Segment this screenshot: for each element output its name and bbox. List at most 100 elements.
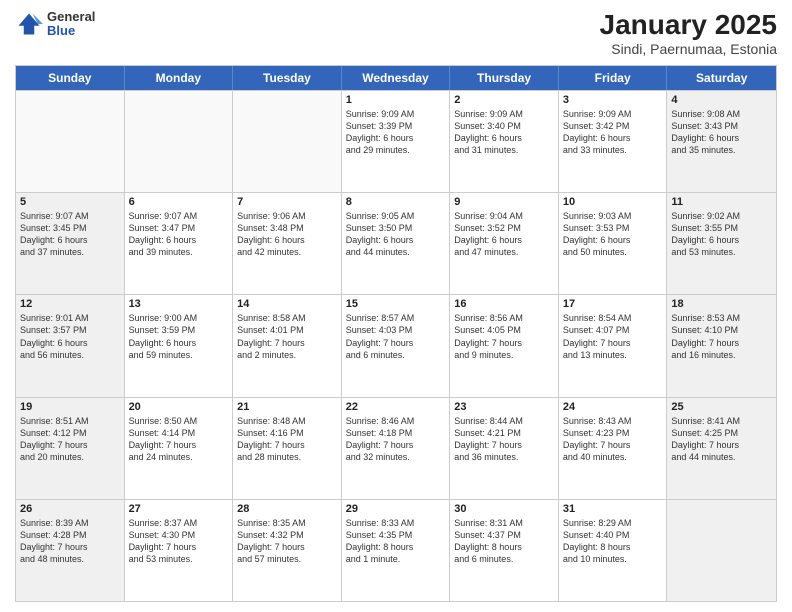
cell-details: Sunrise: 8:54 AM Sunset: 4:07 PM Dayligh… [563,312,663,361]
cell-details: Sunrise: 8:43 AM Sunset: 4:23 PM Dayligh… [563,415,663,464]
calendar-cell [233,91,342,192]
day-number: 7 [237,196,337,208]
calendar-cell: 13 Sunrise: 9:00 AM Sunset: 3:59 PM Dayli… [125,295,234,396]
day-number: 6 [129,196,229,208]
calendar-cell: 25Sunrise: 8:41 AM Sunset: 4:25 PM Dayli… [667,398,776,499]
cell-details: Sunrise: 8:56 AM Sunset: 4:05 PM Dayligh… [454,312,554,361]
calendar-cell: 14Sunrise: 8:58 AM Sunset: 4:01 PM Dayli… [233,295,342,396]
day-number: 13 [129,298,229,310]
cell-details: Sunrise: 9:05 AM Sunset: 3:50 PM Dayligh… [346,210,446,259]
calendar-cell: 1Sunrise: 9:09 AM Sunset: 3:39 PM Daylig… [342,91,451,192]
cell-details: Sunrise: 9:00 AM Sunset: 3:59 PM Dayligh… [129,312,229,361]
calendar-cell: 18 Sunrise: 8:53 AM Sunset: 4:10 PM Dayli… [667,295,776,396]
cell-details: Sunrise: 9:09 AM Sunset: 3:39 PM Dayligh… [346,108,446,157]
weekday-header: Friday [559,66,668,90]
weekday-header: Wednesday [342,66,451,90]
logo-blue: Blue [47,24,95,38]
cell-details: Sunrise: 8:50 AM Sunset: 4:14 PM Dayligh… [129,415,229,464]
calendar-cell: 19 Sunrise: 8:51 AM Sunset: 4:12 PM Dayli… [16,398,125,499]
calendar-cell: 16 Sunrise: 8:56 AM Sunset: 4:05 PM Dayli… [450,295,559,396]
calendar-cell: 17 Sunrise: 8:54 AM Sunset: 4:07 PM Dayli… [559,295,668,396]
calendar-cell: 28 Sunrise: 8:35 AM Sunset: 4:32 PM Dayli… [233,500,342,601]
calendar-cell: 23Sunrise: 8:44 AM Sunset: 4:21 PM Dayli… [450,398,559,499]
cell-details: Sunrise: 8:46 AM Sunset: 4:18 PM Dayligh… [346,415,446,464]
calendar-cell: 11 Sunrise: 9:02 AM Sunset: 3:55 PM Dayli… [667,193,776,294]
day-number: 3 [563,94,663,106]
day-number: 30 [454,503,554,515]
calendar-cell: 26Sunrise: 8:39 AM Sunset: 4:28 PM Dayli… [16,500,125,601]
weekday-header: Tuesday [233,66,342,90]
page: General Blue January 2025 Sindi, Paernum… [0,0,792,612]
calendar-cell [16,91,125,192]
calendar-row: 12 Sunrise: 9:01 AM Sunset: 3:57 PM Dayli… [16,294,776,396]
day-number: 21 [237,401,337,413]
day-number: 12 [20,298,120,310]
cell-details: Sunrise: 9:08 AM Sunset: 3:43 PM Dayligh… [671,108,772,157]
cell-details: Sunrise: 8:48 AM Sunset: 4:16 PM Dayligh… [237,415,337,464]
day-number: 18 [671,298,772,310]
cell-details: Sunrise: 8:37 AM Sunset: 4:30 PM Dayligh… [129,517,229,566]
weekday-header: Monday [125,66,234,90]
day-number: 11 [671,196,772,208]
cell-details: Sunrise: 8:39 AM Sunset: 4:28 PM Dayligh… [20,517,120,566]
logo: General Blue [15,10,95,39]
cell-details: Sunrise: 9:07 AM Sunset: 3:45 PM Dayligh… [20,210,120,259]
calendar-header: SundayMondayTuesdayWednesdayThursdayFrid… [16,66,776,90]
calendar-cell: 6 Sunrise: 9:07 AM Sunset: 3:47 PM Daylig… [125,193,234,294]
calendar-cell: 31Sunrise: 8:29 AM Sunset: 4:40 PM Dayli… [559,500,668,601]
day-number: 9 [454,196,554,208]
day-number: 19 [20,401,120,413]
calendar-row: 1Sunrise: 9:09 AM Sunset: 3:39 PM Daylig… [16,90,776,192]
calendar-cell: 8Sunrise: 9:05 AM Sunset: 3:50 PM Daylig… [342,193,451,294]
calendar-cell: 30Sunrise: 8:31 AM Sunset: 4:37 PM Dayli… [450,500,559,601]
calendar-cell: 22 Sunrise: 8:46 AM Sunset: 4:18 PM Dayli… [342,398,451,499]
calendar-cell: 29 Sunrise: 8:33 AM Sunset: 4:35 PM Dayli… [342,500,451,601]
day-number: 28 [237,503,337,515]
calendar-cell: 4 Sunrise: 9:08 AM Sunset: 3:43 PM Daylig… [667,91,776,192]
cell-details: Sunrise: 8:51 AM Sunset: 4:12 PM Dayligh… [20,415,120,464]
weekday-header: Thursday [450,66,559,90]
day-number: 29 [346,503,446,515]
cell-details: Sunrise: 9:09 AM Sunset: 3:42 PM Dayligh… [563,108,663,157]
calendar-body: 1Sunrise: 9:09 AM Sunset: 3:39 PM Daylig… [16,90,776,601]
logo-text: General Blue [47,10,95,39]
calendar-cell: 2Sunrise: 9:09 AM Sunset: 3:40 PM Daylig… [450,91,559,192]
cell-details: Sunrise: 9:04 AM Sunset: 3:52 PM Dayligh… [454,210,554,259]
calendar-cell [667,500,776,601]
day-number: 22 [346,401,446,413]
header: General Blue January 2025 Sindi, Paernum… [15,10,777,57]
cell-details: Sunrise: 8:44 AM Sunset: 4:21 PM Dayligh… [454,415,554,464]
calendar-cell: 9 Sunrise: 9:04 AM Sunset: 3:52 PM Daylig… [450,193,559,294]
day-number: 2 [454,94,554,106]
day-number: 5 [20,196,120,208]
calendar-row: 19 Sunrise: 8:51 AM Sunset: 4:12 PM Dayli… [16,397,776,499]
cell-details: Sunrise: 8:33 AM Sunset: 4:35 PM Dayligh… [346,517,446,566]
calendar-cell: 3 Sunrise: 9:09 AM Sunset: 3:42 PM Daylig… [559,91,668,192]
page-title: January 2025 [600,10,777,41]
cell-details: Sunrise: 9:03 AM Sunset: 3:53 PM Dayligh… [563,210,663,259]
calendar-cell: 7Sunrise: 9:06 AM Sunset: 3:48 PM Daylig… [233,193,342,294]
calendar-cell: 12 Sunrise: 9:01 AM Sunset: 3:57 PM Dayli… [16,295,125,396]
calendar-cell [125,91,234,192]
cell-details: Sunrise: 8:53 AM Sunset: 4:10 PM Dayligh… [671,312,772,361]
day-number: 17 [563,298,663,310]
calendar-cell: 5 Sunrise: 9:07 AM Sunset: 3:45 PM Daylig… [16,193,125,294]
logo-general: General [47,10,95,24]
day-number: 31 [563,503,663,515]
weekday-header: Sunday [16,66,125,90]
calendar-cell: 24 Sunrise: 8:43 AM Sunset: 4:23 PM Dayli… [559,398,668,499]
cell-details: Sunrise: 8:35 AM Sunset: 4:32 PM Dayligh… [237,517,337,566]
cell-details: Sunrise: 9:02 AM Sunset: 3:55 PM Dayligh… [671,210,772,259]
cell-details: Sunrise: 9:01 AM Sunset: 3:57 PM Dayligh… [20,312,120,361]
day-number: 20 [129,401,229,413]
day-number: 25 [671,401,772,413]
calendar-cell: 20 Sunrise: 8:50 AM Sunset: 4:14 PM Dayli… [125,398,234,499]
cell-details: Sunrise: 9:07 AM Sunset: 3:47 PM Dayligh… [129,210,229,259]
day-number: 27 [129,503,229,515]
day-number: 24 [563,401,663,413]
title-block: January 2025 Sindi, Paernumaa, Estonia [600,10,777,57]
day-number: 4 [671,94,772,106]
calendar: SundayMondayTuesdayWednesdayThursdayFrid… [15,65,777,602]
day-number: 16 [454,298,554,310]
day-number: 10 [563,196,663,208]
